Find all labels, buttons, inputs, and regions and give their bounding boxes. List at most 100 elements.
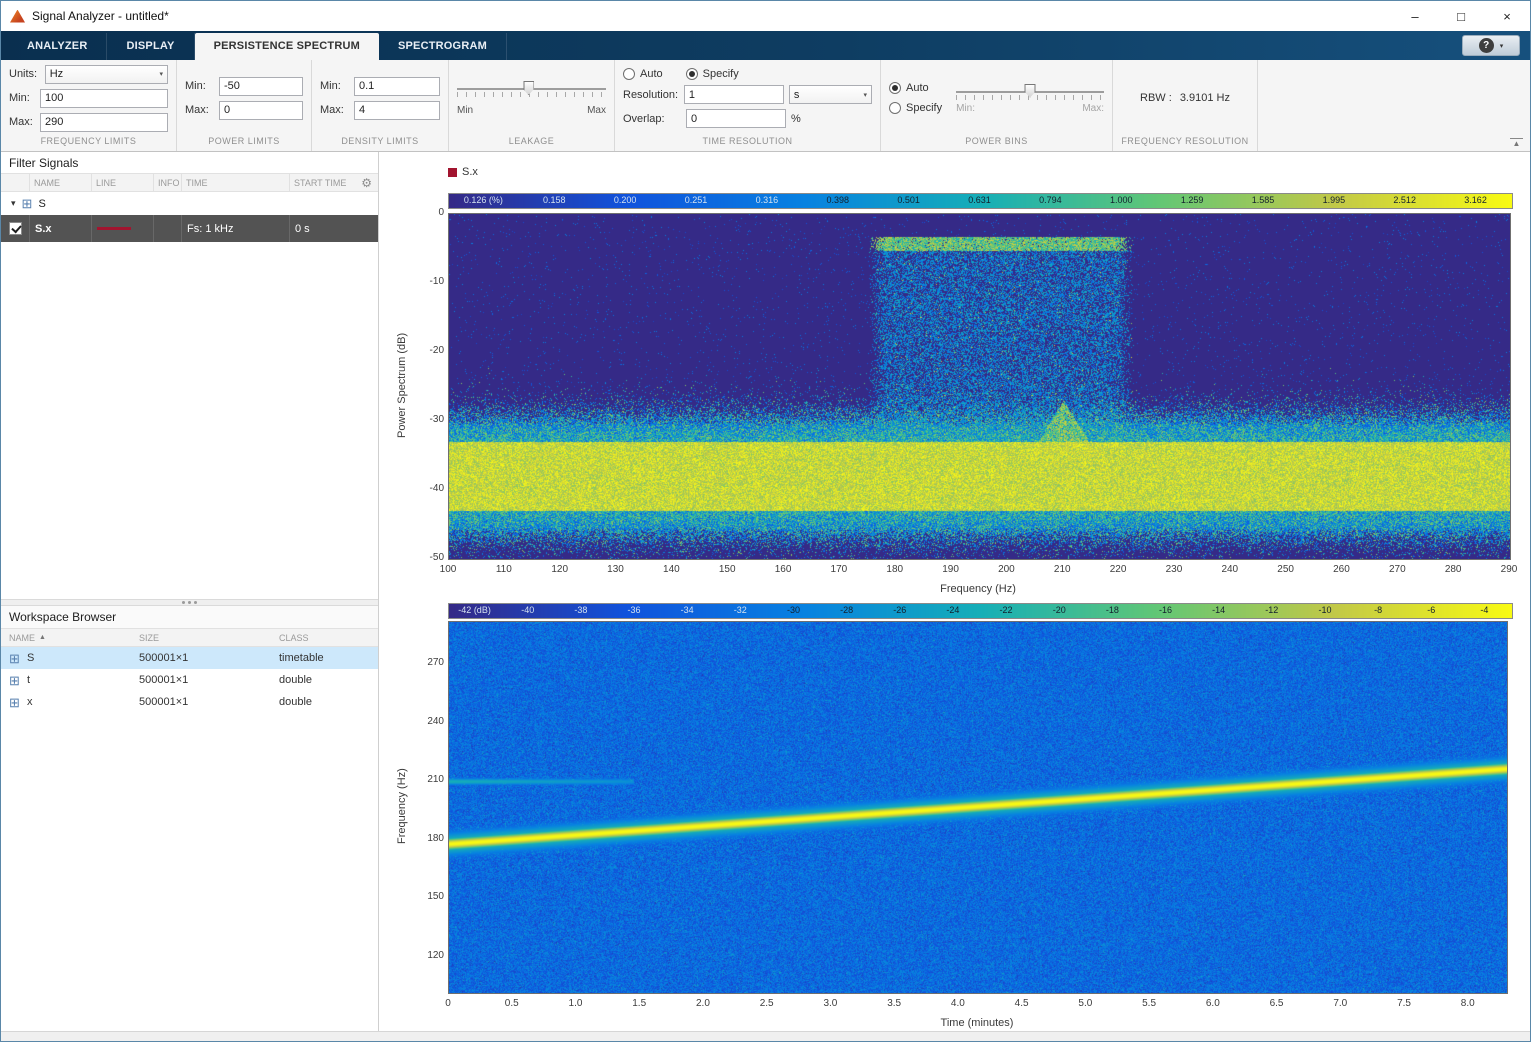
signal-group-row[interactable]: ▾ ⊞ S bbox=[1, 192, 378, 215]
spectrogram-xtick: 8.0 bbox=[1461, 998, 1475, 1009]
collapse-ribbon-icon[interactable]: ▲ bbox=[1510, 138, 1523, 148]
ws-column-class[interactable]: CLASS bbox=[279, 633, 378, 643]
density-min-label: Min: bbox=[320, 80, 349, 92]
tab-display[interactable]: DISPLAY bbox=[107, 33, 194, 60]
spectrogram-xtick: 1.0 bbox=[569, 998, 583, 1009]
spectrogram-ylabel: Frequency (Hz) bbox=[394, 621, 410, 992]
workspace-row[interactable]: ⊞x500001×1double bbox=[1, 691, 378, 713]
persistence-colorbar-tick: 0.794 bbox=[1039, 195, 1062, 205]
freq-max-field[interactable] bbox=[40, 113, 168, 132]
spectrogram-xtick: 3.0 bbox=[823, 998, 837, 1009]
spectrogram-xtick: 2.0 bbox=[696, 998, 710, 1009]
spectrogram-xtick: 5.5 bbox=[1142, 998, 1156, 1009]
section-title-power-bins: POWER BINS bbox=[881, 136, 1112, 151]
panel-splitter[interactable] bbox=[1, 599, 378, 606]
rbw-label: RBW : bbox=[1140, 92, 1172, 104]
bins-specify-radio[interactable] bbox=[889, 102, 901, 114]
workspace-browser: Workspace Browser NAME ▲ SIZE CLASS ⊞S50… bbox=[1, 606, 378, 713]
column-info[interactable]: INFO bbox=[153, 174, 181, 191]
close-button[interactable]: × bbox=[1484, 1, 1530, 31]
power-bins-slider[interactable] bbox=[956, 83, 1104, 103]
persistence-spectrum-plot[interactable] bbox=[448, 213, 1511, 560]
section-frequency-resolution: RBW : 3.9101 Hz FREQUENCY RESOLUTION bbox=[1113, 60, 1258, 151]
persistence-xlabel: Frequency (Hz) bbox=[940, 583, 1016, 595]
column-time[interactable]: TIME bbox=[181, 174, 289, 191]
filter-signals-title: Filter Signals bbox=[1, 152, 378, 173]
column-line[interactable]: LINE bbox=[91, 174, 153, 191]
variable-name: x bbox=[27, 696, 139, 708]
time-specify-label: Specify bbox=[703, 68, 739, 80]
spectrogram-plot[interactable] bbox=[448, 621, 1508, 994]
persistence-xtick: 140 bbox=[663, 564, 680, 575]
density-min-field[interactable] bbox=[354, 77, 440, 96]
workspace-row[interactable]: ⊞S500001×1timetable bbox=[1, 647, 378, 669]
spectrogram-xtick: 6.0 bbox=[1206, 998, 1220, 1009]
section-leakage: Min Max LEAKAGE bbox=[449, 60, 615, 151]
resolution-unit-select[interactable]: s ▾ bbox=[789, 85, 872, 104]
signal-checkbox[interactable] bbox=[9, 222, 22, 235]
bins-auto-radio[interactable] bbox=[889, 82, 901, 94]
legend-color-swatch bbox=[448, 168, 457, 177]
persistence-colorbar-tick: 3.162 bbox=[1464, 195, 1487, 205]
signal-group-icon: ⊞ bbox=[22, 197, 33, 210]
persistence-ytick: 0 bbox=[400, 207, 444, 218]
workspace-row[interactable]: ⊞t500001×1double bbox=[1, 669, 378, 691]
spectrogram-xlabel: Time (minutes) bbox=[941, 1017, 1014, 1029]
window-controls: – □ × bbox=[1392, 1, 1530, 31]
filter-signals-header: NAME LINE INFO TIME START TIME ⚙ bbox=[1, 173, 378, 192]
ws-column-name[interactable]: NAME ▲ bbox=[9, 633, 139, 643]
spectrogram-colorbar-tick: -16 bbox=[1159, 605, 1172, 615]
persistence-colorbar-tick: 0.501 bbox=[897, 195, 920, 205]
workspace-title: Workspace Browser bbox=[1, 606, 378, 628]
power-max-field[interactable] bbox=[219, 101, 303, 120]
expander-icon[interactable]: ▾ bbox=[11, 198, 16, 209]
section-title-frequency-limits: FREQUENCY LIMITS bbox=[1, 136, 176, 151]
persistence-colorbar-tick: 0.158 bbox=[543, 195, 566, 205]
bins-auto-label: Auto bbox=[906, 82, 929, 94]
time-specify-radio[interactable] bbox=[686, 68, 698, 80]
maximize-button[interactable]: □ bbox=[1438, 1, 1484, 31]
tab-analyzer[interactable]: ANALYZER bbox=[8, 33, 107, 60]
spectrogram-colorbar-tick: -22 bbox=[1000, 605, 1013, 615]
signal-row[interactable]: S.xFs: 1 kHz0 s bbox=[1, 215, 378, 242]
time-auto-label: Auto bbox=[640, 68, 663, 80]
persistence-colorbar-tick: 1.259 bbox=[1181, 195, 1204, 205]
units-select[interactable]: Hz ▾ bbox=[45, 65, 168, 84]
bins-max-label: Max: bbox=[1082, 103, 1104, 114]
minimize-button[interactable]: – bbox=[1392, 1, 1438, 31]
density-max-field[interactable] bbox=[354, 101, 440, 120]
help-button[interactable]: ? ▾ bbox=[1462, 35, 1520, 56]
leakage-max-label: Max bbox=[587, 105, 606, 116]
signal-rows: S.xFs: 1 kHz0 s bbox=[1, 215, 378, 242]
ws-column-size[interactable]: SIZE bbox=[139, 633, 279, 643]
power-min-field[interactable] bbox=[219, 77, 303, 96]
time-auto-radio[interactable] bbox=[623, 68, 635, 80]
leakage-slider[interactable] bbox=[457, 80, 606, 100]
signal-line-cell bbox=[91, 215, 153, 242]
spectrogram-xtick: 4.5 bbox=[1015, 998, 1029, 1009]
persistence-ytick: -20 bbox=[400, 345, 444, 356]
freq-min-field[interactable] bbox=[40, 89, 168, 108]
power-min-label: Min: bbox=[185, 80, 214, 92]
persistence-colorbar-tick: 0.316 bbox=[756, 195, 779, 205]
column-name[interactable]: NAME bbox=[29, 174, 91, 191]
tab-persistence-spectrum[interactable]: PERSISTENCE SPECTRUM bbox=[195, 33, 379, 60]
persistence-ytick: -50 bbox=[400, 552, 444, 563]
display-area: S.x Power Spectrum (dB) Frequency (Hz) F… bbox=[380, 152, 1530, 1031]
spectrogram-colorbar-tick: -34 bbox=[681, 605, 694, 615]
persistence-xtick: 290 bbox=[1501, 564, 1518, 575]
persistence-xtick: 220 bbox=[1110, 564, 1127, 575]
resolution-field[interactable] bbox=[684, 85, 784, 104]
gear-icon[interactable]: ⚙ bbox=[361, 176, 372, 191]
spectrogram-colorbar-tick: -30 bbox=[787, 605, 800, 615]
persistence-xtick: 120 bbox=[551, 564, 568, 575]
signal-group-name: S bbox=[38, 198, 45, 210]
spectrogram-colorbar-tick: -14 bbox=[1212, 605, 1225, 615]
persistence-colorbar-tick: 2.512 bbox=[1393, 195, 1416, 205]
tab-spectrogram[interactable]: SPECTROGRAM bbox=[379, 33, 507, 60]
overlap-field[interactable] bbox=[686, 109, 786, 128]
spectrogram-ytick: 120 bbox=[400, 950, 444, 961]
variable-class: timetable bbox=[279, 652, 378, 664]
spectrogram-colorbar bbox=[448, 603, 1513, 619]
spectrogram-xtick: 3.5 bbox=[887, 998, 901, 1009]
